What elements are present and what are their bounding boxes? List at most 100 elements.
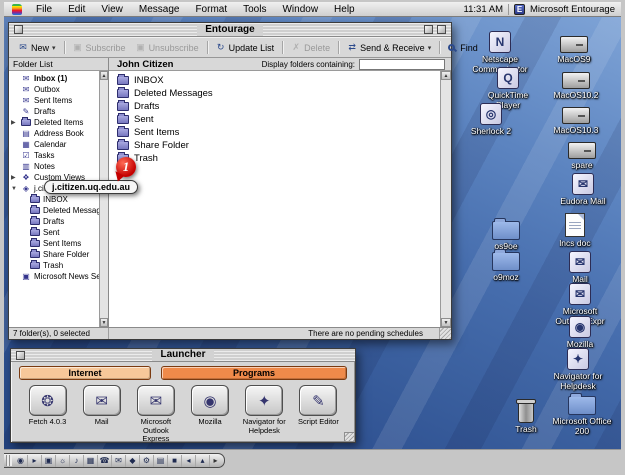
resize-grip[interactable] <box>344 432 354 441</box>
control-strip-collapse-tab[interactable]: ▸ <box>210 456 221 465</box>
apple-menu-icon[interactable] <box>12 4 22 15</box>
desktop-icon-lncs-doc[interactable]: lncs doc <box>543 210 607 249</box>
disclosure-triangle-icon[interactable]: ▶ <box>11 174 16 181</box>
zoom-box[interactable] <box>424 25 433 34</box>
folder-row[interactable]: Deleted Messages <box>109 87 440 100</box>
desktop-icon-navigator-for-helpdesk[interactable]: ✦ Navigator for Helpdesk <box>546 343 610 392</box>
find-button[interactable]: Find <box>443 41 483 55</box>
folder-row[interactable]: Drafts <box>109 100 440 113</box>
folder-row[interactable]: Trash <box>109 152 440 165</box>
control-strip-module-icon[interactable]: ☼ <box>56 455 70 467</box>
launcher-app-icon[interactable]: ❂ <box>29 385 67 416</box>
control-strip-module-icon[interactable]: ▸ <box>28 455 42 467</box>
launcher-app-icon[interactable]: ✦ <box>245 385 283 416</box>
sidebar-item-news-server[interactable]: ▣ Microsoft News Server <box>9 271 99 282</box>
launcher-item[interactable]: ✉ Microsoft Outlook Express <box>129 385 182 444</box>
folder-row[interactable]: Share Folder <box>109 139 440 152</box>
sidebar-item-account-deleted-messages[interactable]: Deleted Messages <box>9 205 99 216</box>
control-strip[interactable]: ◉▸▣☼♪▦☎✉◆⚙▤■◂▴ ▸ <box>4 453 225 468</box>
launcher-item[interactable]: ❂ Fetch 4.0.3 <box>21 385 74 444</box>
launcher-app-icon[interactable]: ✉ <box>137 385 175 416</box>
desktop-icon-spare[interactable]: spare <box>550 132 614 171</box>
sidebar-item-deleted-items[interactable]: ▶ Deleted Items <box>9 117 99 128</box>
folder-filter-input[interactable] <box>359 59 445 70</box>
menu-item[interactable]: Edit <box>60 4 93 15</box>
folder-row[interactable]: INBOX <box>109 74 440 87</box>
control-strip-module-icon[interactable]: ▤ <box>154 455 168 467</box>
menu-item[interactable]: Message <box>131 4 188 15</box>
launcher-app-icon[interactable]: ◉ <box>191 385 229 416</box>
scroll-down-arrow[interactable]: ▼ <box>100 318 108 327</box>
new-button[interactable]: ✉ New ▾ <box>13 41 61 55</box>
delete-button[interactable]: ✗ Delete <box>286 41 335 55</box>
desktop-icon-macos9[interactable]: MacOS9 <box>542 26 606 65</box>
launcher-item[interactable]: ✉ Mail <box>75 385 128 444</box>
launcher-app-icon[interactable]: ✉ <box>83 385 121 416</box>
sidebar-item-inbox[interactable]: ✉ Inbox (1) <box>9 73 99 84</box>
sidebar-item-account-inbox[interactable]: INBOX <box>9 194 99 205</box>
send-receive-button[interactable]: ⇄ Send & Receive ▾ <box>342 41 436 55</box>
unsubscribe-button[interactable]: ▣ Unsubscribe <box>131 41 204 55</box>
sidebar-item-notes[interactable]: ▥ Notes <box>9 161 99 172</box>
control-strip-module-icon[interactable]: ✉ <box>112 455 126 467</box>
control-strip-module-icon[interactable]: ♪ <box>70 455 84 467</box>
main-scrollbar[interactable]: ▲ ▼ <box>440 71 451 327</box>
sidebar-item-drafts[interactable]: ✎ Drafts <box>9 106 99 117</box>
sidebar-item-address-book[interactable]: ▤ Address Book <box>9 128 99 139</box>
launcher-tab-programs[interactable]: Programs <box>161 366 347 380</box>
sidebar-item-outbox[interactable]: ✉ Outbox <box>9 84 99 95</box>
disclosure-triangle-icon[interactable]: ▼ <box>11 186 17 192</box>
control-strip-module-icon[interactable]: ▣ <box>42 455 56 467</box>
active-app-name[interactable]: Microsoft Entourage <box>530 4 615 15</box>
launcher-tab-internet[interactable]: Internet <box>19 366 151 380</box>
control-strip-module-icon[interactable]: ◂ <box>182 455 196 467</box>
sidebar-item-account-sent-items[interactable]: Sent Items <box>9 238 99 249</box>
menu-item[interactable]: Window <box>274 4 326 15</box>
entourage-title-bar[interactable]: Entourage <box>9 23 451 37</box>
sidebar-item-calendar[interactable]: ▦ Calendar <box>9 139 99 150</box>
sidebar-item-account-sent[interactable]: Sent <box>9 227 99 238</box>
desktop-icon-macos10-3[interactable]: MacOS10.3 <box>544 97 608 136</box>
launcher-item[interactable]: ◉ Mozilla <box>184 385 237 444</box>
menu-item[interactable]: Help <box>326 4 363 15</box>
launcher-item[interactable]: ✦ Navigator for Helpdesk <box>238 385 291 444</box>
close-box[interactable] <box>16 351 25 360</box>
desktop-icon-trash[interactable]: Trash <box>494 396 558 435</box>
desktop-icon-macos10-2[interactable]: MacOS10.2 <box>544 62 608 101</box>
scroll-up-arrow[interactable]: ▲ <box>100 71 108 80</box>
launcher-app-icon[interactable]: ✎ <box>299 385 337 416</box>
subscribe-button[interactable]: ▣ Subscribe <box>68 41 131 55</box>
folder-row[interactable]: Sent <box>109 113 440 126</box>
launcher-item[interactable]: ✎ Script Editor <box>292 385 345 444</box>
menu-item[interactable]: View <box>93 4 131 15</box>
control-strip-module-icon[interactable]: ☎ <box>98 455 112 467</box>
sidebar-item-tasks[interactable]: ☑ Tasks <box>9 150 99 161</box>
desktop-icon-eudora-mail[interactable]: ✉ Eudora Mail <box>551 168 615 207</box>
disclosure-triangle-icon[interactable]: ▶ <box>11 119 16 126</box>
menu-item[interactable]: Tools <box>235 4 274 15</box>
control-strip-module-icon[interactable]: ◆ <box>126 455 140 467</box>
update-list-button[interactable]: ↻ Update List <box>211 41 280 55</box>
sidebar-scrollbar[interactable]: ▲ ▼ <box>99 71 108 327</box>
sidebar-item-account-trash[interactable]: Trash <box>9 260 99 271</box>
control-strip-module-icon[interactable]: ▦ <box>84 455 98 467</box>
control-strip-module-icon[interactable]: ▴ <box>196 455 210 467</box>
collapse-box[interactable] <box>437 25 446 34</box>
sidebar-item-sent-items[interactable]: ✉ Sent Items <box>9 95 99 106</box>
menu-item[interactable]: Format <box>187 4 235 15</box>
sidebar-item-account-share-folder[interactable]: Share Folder <box>9 249 99 260</box>
menu-item[interactable]: File <box>28 4 60 15</box>
resize-grip[interactable] <box>439 328 451 339</box>
desktop-icon-microsoft-office[interactable]: Microsoft Office 200 <box>550 388 614 437</box>
desktop-icon-o9moz[interactable]: o9moz <box>474 244 538 283</box>
menubar-clock[interactable]: 11:31 AM <box>464 4 503 15</box>
control-strip-module-icon[interactable]: ■ <box>168 455 182 467</box>
entourage-app-icon[interactable]: E <box>514 4 525 15</box>
scroll-up-arrow[interactable]: ▲ <box>441 71 451 80</box>
control-strip-module-icon[interactable]: ◉ <box>14 455 28 467</box>
sidebar-item-account-drafts[interactable]: Drafts <box>9 216 99 227</box>
close-box[interactable] <box>14 25 23 34</box>
control-strip-grip[interactable] <box>6 455 12 466</box>
desktop-icon-sherlock-2[interactable]: ◎ Sherlock 2 <box>459 98 523 137</box>
launcher-title-bar[interactable]: Launcher <box>11 349 355 362</box>
